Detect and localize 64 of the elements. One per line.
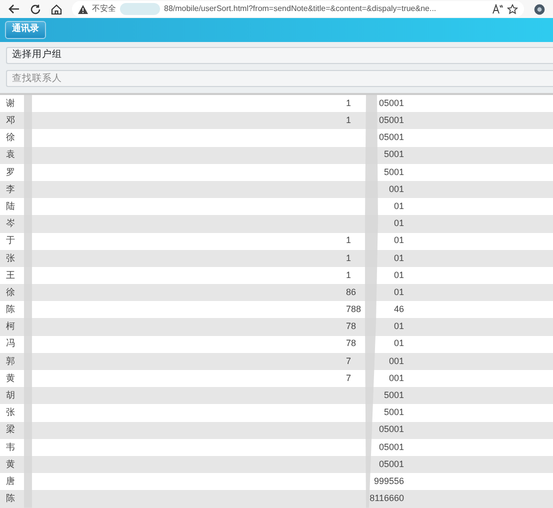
- phone-number-fragment: 01: [392, 320, 404, 334]
- contact-name: 徐: [6, 131, 16, 144]
- phone-number-fragment: 001: [388, 372, 404, 385]
- url-text: 88/mobile/userSort.html?from=sendNote&title=&content=&dispaly=true&ne...: [164, 3, 436, 15]
- contact-name: 谢: [6, 96, 16, 110]
- phone-number-fragment: 7: [346, 356, 352, 366]
- contact-name: 张: [6, 252, 16, 265]
- phone-number-fragment: 05001: [378, 423, 404, 436]
- phone-number-fragment: 01: [392, 268, 404, 282]
- phone-number-fragment: 8116660: [368, 492, 404, 506]
- contact-name: 于: [6, 234, 16, 248]
- phone-number-fragment: 01: [392, 337, 404, 350]
- phone-number-fragment: 01: [392, 252, 404, 265]
- contact-name: 胡: [6, 389, 16, 402]
- search-field[interactable]: 查找联系人: [6, 70, 553, 87]
- phone-number-fragment: 05001: [378, 458, 404, 471]
- contact-name: 王: [6, 268, 16, 282]
- contact-name: 黄: [6, 372, 16, 385]
- phone-number-fragment: 999556: [372, 474, 404, 488]
- phone-number-fragment: 78: [346, 338, 356, 348]
- contact-name: 徐: [6, 286, 16, 299]
- contact-name: 黄: [6, 458, 16, 471]
- phone-number-fragment: 1: [346, 270, 352, 280]
- phone-number-fragment: 05001: [378, 440, 404, 454]
- contact-name: 岑: [6, 217, 16, 230]
- contact-name: 张: [6, 406, 16, 420]
- contact-name: 袁: [6, 148, 16, 162]
- phone-number-fragment: 7: [346, 372, 352, 383]
- phone-number-fragment: 05001: [378, 96, 404, 110]
- phone-number-fragment: 5001: [382, 406, 404, 420]
- security-label: 不安全: [92, 3, 116, 15]
- phone-number-fragment: 05001: [378, 131, 404, 144]
- phone-number-fragment: 01: [392, 286, 404, 299]
- phone-number-fragment: 5001: [382, 389, 404, 402]
- contact-name: 陆: [6, 200, 16, 213]
- phone-number-fragment: 5001: [382, 166, 404, 179]
- phone-number-fragment: 5001: [382, 148, 404, 162]
- contact-name: 郭: [6, 354, 16, 368]
- contact-name: 陈: [6, 303, 16, 316]
- contact-name: 柯: [6, 320, 16, 334]
- phone-number-fragment: 001: [388, 354, 404, 368]
- contact-name: 罗: [6, 166, 16, 179]
- phone-number-fragment: 1: [346, 115, 352, 126]
- contact-name: 梁: [6, 423, 16, 436]
- phone-number-fragment: 788: [346, 304, 362, 314]
- address-bar[interactable]: 不安全 88/mobile/userSort.html?from=sendNote&title=&content=&dispaly=true&ne...: [72, 1, 524, 17]
- contact-name: 韦: [6, 440, 16, 454]
- phone-number-fragment: 01: [392, 217, 404, 230]
- phone-number-fragment: 1: [346, 235, 352, 246]
- user-group-select[interactable]: 选择用户组: [6, 47, 553, 64]
- phone-number-fragment: 001: [388, 182, 404, 196]
- phone-number-fragment: 1: [346, 252, 352, 263]
- contact-name: 邓: [6, 114, 16, 128]
- contact-name: 陈: [6, 492, 16, 506]
- contact-name: 李: [6, 182, 16, 196]
- phone-number-fragment: 01: [392, 200, 404, 213]
- phone-number-fragment: 78: [346, 321, 356, 332]
- contact-name: 冯: [6, 337, 16, 350]
- contact-name: 唐: [6, 474, 16, 488]
- phone-number-fragment: 01: [392, 234, 404, 248]
- phone-number-fragment: 46: [392, 303, 404, 316]
- phone-number-fragment: 1: [346, 98, 352, 108]
- phone-number-fragment: 05001: [378, 114, 404, 128]
- phone-number-fragment: 86: [346, 286, 356, 297]
